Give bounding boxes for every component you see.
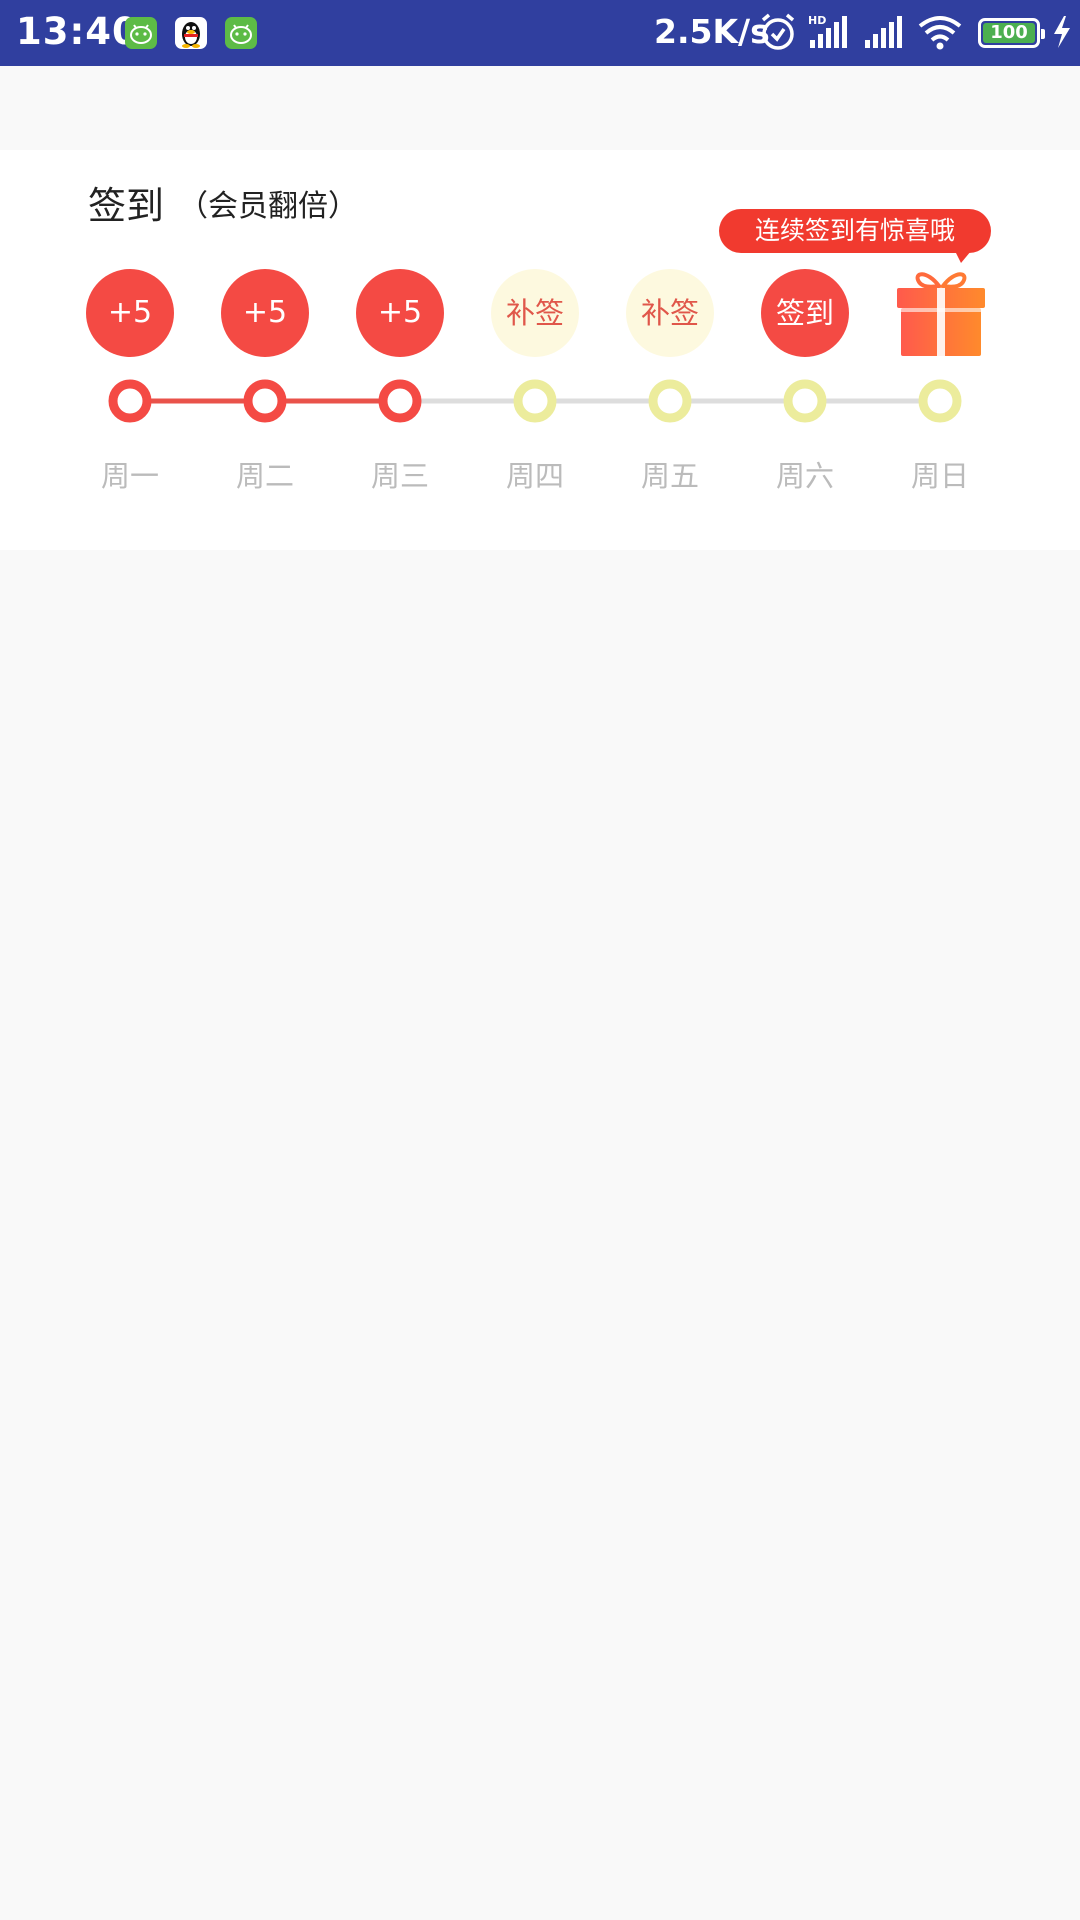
pending-node — [918, 379, 962, 423]
android-app-icon — [125, 17, 157, 49]
checked-node — [378, 379, 422, 423]
day-label-fri: 周五 — [640, 459, 699, 493]
signin-button[interactable]: 签到 — [761, 269, 849, 357]
day-badge-tue: +5 — [221, 269, 309, 357]
signin-card: 签到 （会员翻倍） 连续签到有惊喜哦 +5 +5 +5 补签 补签 签到 周一 … — [0, 150, 1080, 550]
gift-icon[interactable] — [893, 264, 989, 360]
wifi-icon — [918, 14, 962, 54]
makeup-signin-button-fri[interactable]: 补签 — [626, 269, 714, 357]
checked-node — [108, 379, 152, 423]
pending-node — [648, 379, 692, 423]
status-bar: 13:40 2.5K/s HD 100 — [0, 0, 1080, 66]
day-label-sat: 周六 — [775, 459, 834, 493]
hd-signal-icon: HD — [806, 14, 850, 54]
battery-icon: 100 — [978, 18, 1045, 48]
day-badge-mon: +5 — [86, 269, 174, 357]
day-badge-wed: +5 — [356, 269, 444, 357]
pending-node — [783, 379, 827, 423]
streak-tooltip: 连续签到有惊喜哦 — [719, 209, 991, 263]
android-app-icon — [225, 17, 257, 49]
signin-title: 签到 — [88, 184, 165, 228]
battery-level: 100 — [983, 23, 1035, 43]
svg-text:HD: HD — [808, 14, 826, 27]
network-speed: 2.5K/s — [654, 12, 770, 51]
day-label-sun: 周日 — [910, 459, 969, 493]
day-label-tue: 周二 — [235, 459, 294, 493]
signal-icon — [861, 14, 905, 54]
day-label-wed: 周三 — [370, 459, 429, 493]
status-time: 13:40 — [16, 10, 139, 53]
signin-subtitle: （会员翻倍） — [178, 189, 358, 224]
makeup-signin-button-thu[interactable]: 补签 — [491, 269, 579, 357]
alarm-icon — [759, 12, 797, 56]
qq-icon — [175, 17, 207, 49]
pending-node — [513, 379, 557, 423]
day-label-thu: 周四 — [505, 459, 564, 493]
day-label-mon: 周一 — [100, 459, 159, 493]
charging-icon — [1050, 14, 1074, 54]
checked-node — [243, 379, 287, 423]
